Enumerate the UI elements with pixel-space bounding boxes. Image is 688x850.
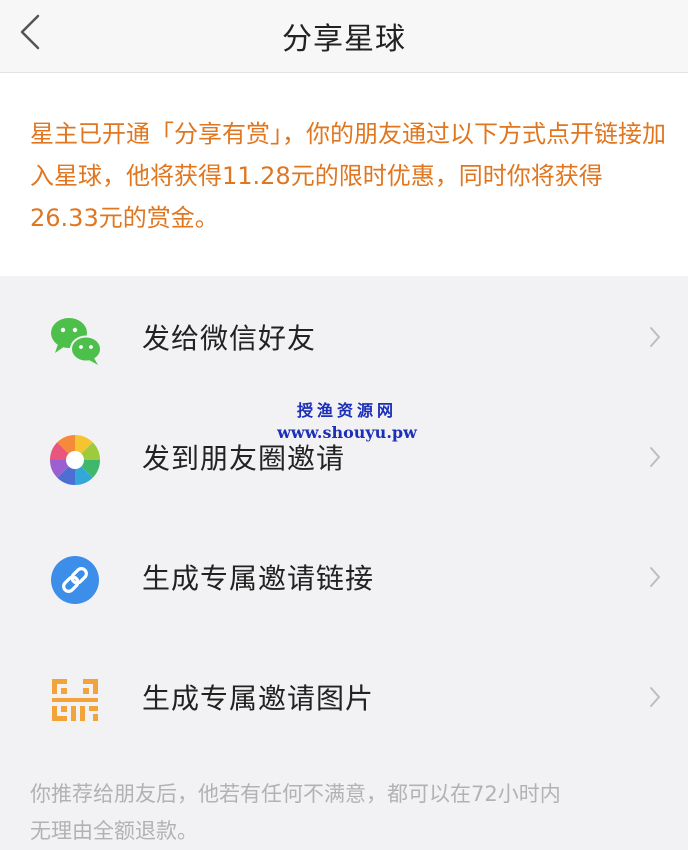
generate-invite-image-label: 生成专属邀请图片 — [142, 682, 375, 715]
link-icon — [51, 556, 99, 604]
nav-header: 分享星球 — [0, 0, 688, 73]
share-wechat-friend-label: 发给微信好友 — [142, 322, 317, 355]
refund-footnote: 你推荐给朋友后，他若有任何不满意，都可以在72小时内无理由全额退款。 — [30, 782, 561, 843]
reward-notice-text: 星主已开通「分享有赏」，你的朋友通过以下方式点开链接加入星球，他将获得11.28… — [30, 120, 666, 232]
chevron-right-icon — [650, 687, 660, 707]
wechat-icon — [51, 318, 102, 365]
share-options-list: 发给微信好友 发到朋友圈邀请 生成专属邀请链接 生成专属邀请图片 — [0, 277, 688, 757]
watermark: 授渔资源网 www.shouyu.pw — [262, 400, 432, 444]
page-title: 分享星球 — [282, 22, 406, 57]
moments-icon — [49, 434, 101, 486]
reward-notice: 星主已开通「分享有赏」，你的朋友通过以下方式点开链接加入星球，他将获得11.28… — [0, 73, 688, 276]
share-wechat-friend-item[interactable]: 发给微信好友 — [0, 277, 688, 397]
chevron-right-icon — [650, 567, 660, 587]
watermark-url: www.shouyu.pw — [277, 423, 417, 442]
generate-invite-link-item[interactable]: 生成专属邀请链接 — [0, 517, 688, 637]
chevron-right-icon — [650, 447, 660, 467]
generate-invite-link-label: 生成专属邀请链接 — [142, 562, 375, 595]
qr-code-icon — [52, 679, 98, 721]
chevron-right-icon — [650, 327, 660, 347]
generate-invite-image-item[interactable]: 生成专属邀请图片 — [0, 637, 688, 757]
watermark-title: 授渔资源网 — [296, 401, 397, 420]
